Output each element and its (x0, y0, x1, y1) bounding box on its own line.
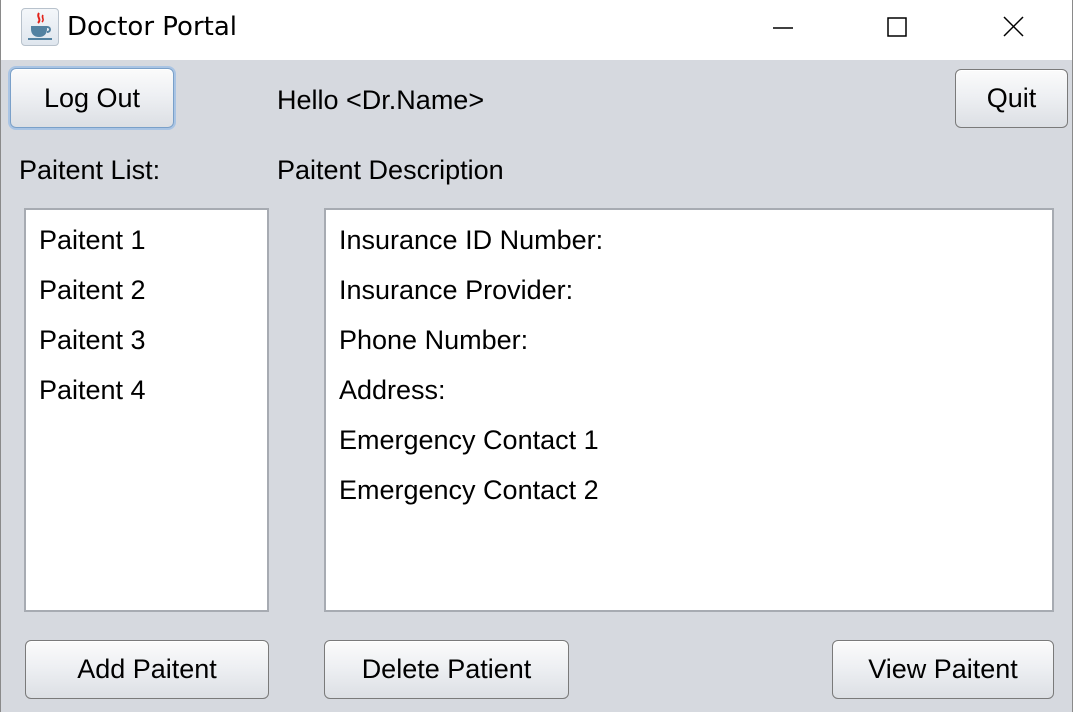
phone-number-label: Phone Number: (339, 325, 529, 355)
title-bar[interactable]: Doctor Portal (1, 0, 1072, 60)
list-item[interactable]: Paitent 3 (39, 325, 146, 356)
list-item[interactable]: Paitent 2 (39, 275, 146, 306)
quit-button[interactable]: Quit (955, 69, 1068, 128)
greeting-label: Hello <Dr.Name> (277, 85, 485, 115)
patient-description-panel[interactable]: Insurance ID Number: Insurance Provider:… (324, 208, 1054, 612)
address-label: Address: (339, 375, 446, 405)
window-title: Doctor Portal (67, 12, 237, 42)
insurance-provider-label: Insurance Provider: (339, 275, 574, 305)
doctor-portal-window: Doctor Portal Log Out Hello <Dr.Name> Qu… (0, 0, 1073, 712)
emergency-contact-2-label: Emergency Contact 2 (339, 475, 599, 505)
maximize-icon (887, 17, 907, 37)
patient-description-heading: Paitent Description (277, 155, 504, 185)
patient-list[interactable]: Paitent 1 Paitent 2 Paitent 3 Paitent 4 (24, 208, 269, 612)
client-area: Log Out Hello <Dr.Name> Quit Paitent Lis… (1, 60, 1072, 712)
minimize-button[interactable] (759, 8, 805, 48)
add-patient-button[interactable]: Add Paitent (25, 640, 269, 699)
minimize-icon (773, 27, 793, 29)
close-button[interactable] (991, 8, 1037, 48)
close-icon (1003, 16, 1024, 37)
patient-list-heading: Paitent List: (19, 155, 161, 185)
view-patient-button[interactable]: View Paitent (832, 640, 1054, 699)
java-coffee-cup-icon (21, 8, 59, 46)
list-item[interactable]: Paitent 4 (39, 375, 146, 406)
emergency-contact-1-label: Emergency Contact 1 (339, 425, 599, 455)
log-out-button[interactable]: Log Out (10, 68, 174, 128)
list-item[interactable]: Paitent 1 (39, 225, 146, 256)
insurance-id-label: Insurance ID Number: (339, 225, 604, 255)
delete-patient-button[interactable]: Delete Patient (324, 640, 569, 699)
maximize-button[interactable] (875, 8, 921, 48)
